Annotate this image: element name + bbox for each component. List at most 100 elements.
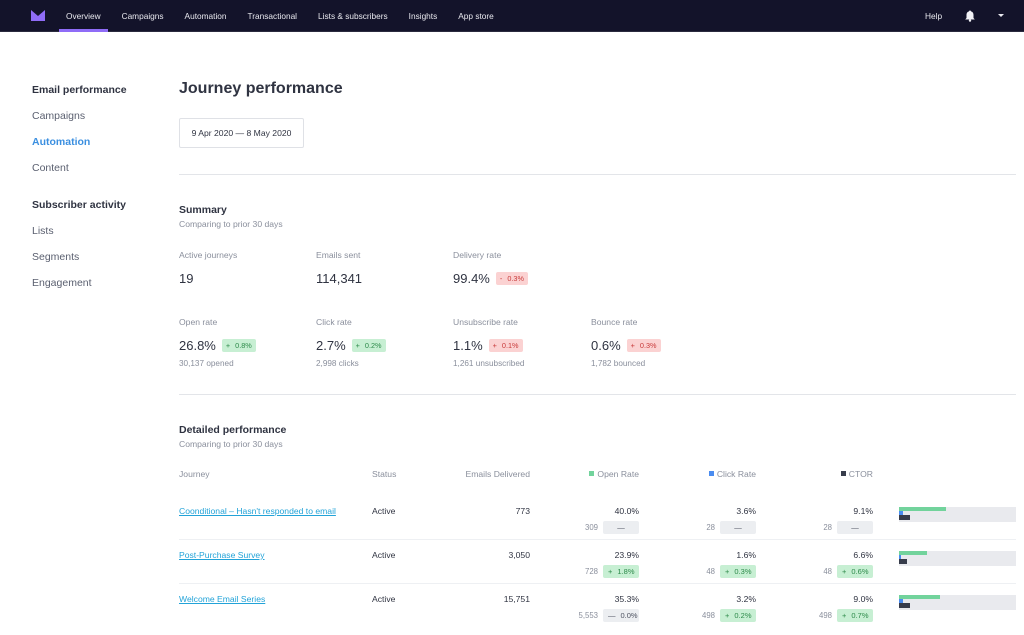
change-value: 0.1% (501, 340, 519, 350)
rate-change-badge: — (603, 521, 639, 534)
column-header-open-rate[interactable]: Open Rate (539, 469, 639, 479)
rate-count: 498 (818, 611, 832, 620)
main-nav: Overview Campaigns Automation Transactio… (59, 0, 508, 32)
nav-item-transactional[interactable]: Transactional (241, 0, 305, 32)
detailed-title: Detailed performance (179, 424, 287, 436)
change-sign: — (608, 611, 616, 620)
ctor-cell: 6.6% 48 +0.6% (773, 550, 873, 578)
change-sign: + (630, 340, 635, 350)
metric-click-rate: Click rate 2.7% +0.2% 2,998 clicks (316, 317, 446, 368)
metric-label: Delivery rate (453, 250, 502, 260)
detailed-subtitle: Comparing to prior 30 days (179, 439, 283, 449)
column-header-open-rate-label: Open Rate (597, 469, 639, 479)
change-value: 0.0% (620, 611, 638, 620)
help-link[interactable]: Help (925, 0, 942, 32)
column-header-emails-delivered[interactable]: Emails Delivered (430, 469, 530, 479)
change-badge: -0.3% (495, 271, 528, 285)
sidebar-item-campaigns[interactable]: Campaigns (32, 110, 85, 122)
click-rate-cell: 1.6% 48 +0.3% (656, 550, 756, 578)
change-badge: +0.8% (221, 338, 256, 352)
metric-label: Open rate (179, 317, 218, 327)
top-navigation-bar: Overview Campaigns Automation Transactio… (0, 0, 1024, 32)
change-sign: + (725, 611, 730, 620)
sidebar-item-lists[interactable]: Lists (32, 225, 54, 237)
rate-value: 9.1% (853, 506, 873, 516)
rate-change-badge: +0.2% (720, 609, 756, 622)
metric-value: 1.1% (453, 337, 483, 353)
summary-subtitle: Comparing to prior 30 days (179, 219, 283, 229)
brand-logo-icon[interactable] (31, 10, 45, 21)
rate-change-badge: — (720, 521, 756, 534)
rate-count: 28 (823, 523, 832, 532)
metric-bounce-rate: Bounce rate 0.6% +0.3% 1,782 bounced (591, 317, 721, 368)
journey-link[interactable]: Post-Purchase Survey (179, 549, 339, 562)
emails-delivered-cell: 15,751 (503, 594, 530, 604)
status-cell: Active (372, 550, 396, 560)
column-header-ctor-label: CTOR (848, 469, 873, 479)
rate-value: 3.2% (736, 594, 756, 604)
section-divider (179, 394, 1016, 395)
ctor-cell: 9.0% 498 +0.7% (773, 594, 873, 622)
change-value: 0.3% (507, 273, 524, 283)
metric-label: Emails sent (316, 250, 361, 260)
change-sign: + (355, 340, 360, 350)
rate-value: 1.6% (736, 550, 756, 560)
column-header-status[interactable]: Status (372, 469, 396, 479)
nav-item-app-store[interactable]: App store (451, 0, 501, 32)
rate-count: 5,553 (578, 611, 598, 620)
rate-value: 3.6% (736, 506, 756, 516)
nav-item-automation[interactable]: Automation (178, 0, 234, 32)
change-sign: - (499, 273, 503, 283)
bell-icon[interactable] (964, 10, 976, 22)
open-rate-cell: 35.3% 5,553 — 0.0% (539, 594, 639, 622)
metric-subtext: 2,998 clicks (316, 359, 359, 368)
rate-count: 498 (701, 611, 715, 620)
change-value: 1.8% (617, 567, 635, 576)
nav-item-lists-subscribers[interactable]: Lists & subscribers (311, 0, 395, 32)
nav-item-campaigns[interactable]: Campaigns (115, 0, 171, 32)
sidebar-item-segments[interactable]: Segments (32, 251, 79, 263)
metric-label: Bounce rate (591, 317, 638, 327)
change-value: 0.6% (851, 567, 869, 576)
change-badge: +0.3% (626, 338, 661, 352)
sidebar-item-automation[interactable]: Automation (32, 136, 90, 148)
status-cell: Active (372, 594, 396, 604)
rate-change-badge: +1.8% (603, 565, 639, 578)
nav-item-overview[interactable]: Overview (59, 0, 108, 32)
metric-open-rate: Open rate 26.8% +0.8% 30,137 opened (179, 317, 309, 368)
metric-value: 2.7% (316, 337, 346, 353)
metric-unsubscribe-rate: Unsubscribe rate 1.1% +0.1% 1,261 unsubs… (453, 317, 583, 368)
sidebar-item-content[interactable]: Content (32, 162, 69, 174)
ctor-bar (899, 559, 907, 564)
column-header-ctor[interactable]: CTOR (773, 469, 873, 479)
rate-count: 728 (584, 567, 598, 576)
metric-value: 26.8% (179, 337, 216, 353)
summary-title: Summary (179, 204, 227, 216)
ctor-cell: 9.1% 28 — (773, 506, 873, 534)
performance-bar-chart (899, 595, 1016, 610)
nav-item-insights[interactable]: Insights (402, 0, 445, 32)
metric-subtext: 1,782 bounced (591, 359, 646, 368)
sidebar-item-engagement[interactable]: Engagement (32, 277, 92, 289)
rate-value: 23.9% (614, 550, 639, 560)
rate-count: 48 (706, 567, 715, 576)
change-value: 0.3% (734, 567, 752, 576)
performance-bar-chart (899, 551, 1016, 566)
journey-link[interactable]: Coonditional – Hasn't responded to email (179, 505, 339, 518)
rate-count: 28 (706, 523, 715, 532)
row-divider (179, 583, 1016, 584)
rate-count: 48 (823, 567, 832, 576)
metric-subtext: 1,261 unsubscribed (453, 359, 525, 368)
metric-value: 0.6% (591, 337, 621, 353)
metric-delivery-rate: Delivery rate 99.4% -0.3% (453, 250, 583, 286)
journey-link[interactable]: Welcome Email Series (179, 593, 339, 606)
column-header-click-rate[interactable]: Click Rate (656, 469, 756, 479)
row-divider (179, 539, 1016, 540)
column-header-journey[interactable]: Journey (179, 469, 210, 479)
metric-value: 99.4% (453, 270, 490, 286)
rate-change-badge: — 0.0% (603, 609, 639, 622)
metric-value: 114,341 (316, 270, 363, 286)
date-range-picker[interactable]: 9 Apr 2020 — 8 May 2020 (179, 118, 304, 148)
account-menu-caret-icon[interactable] (998, 14, 1004, 17)
change-sign: + (725, 567, 730, 576)
